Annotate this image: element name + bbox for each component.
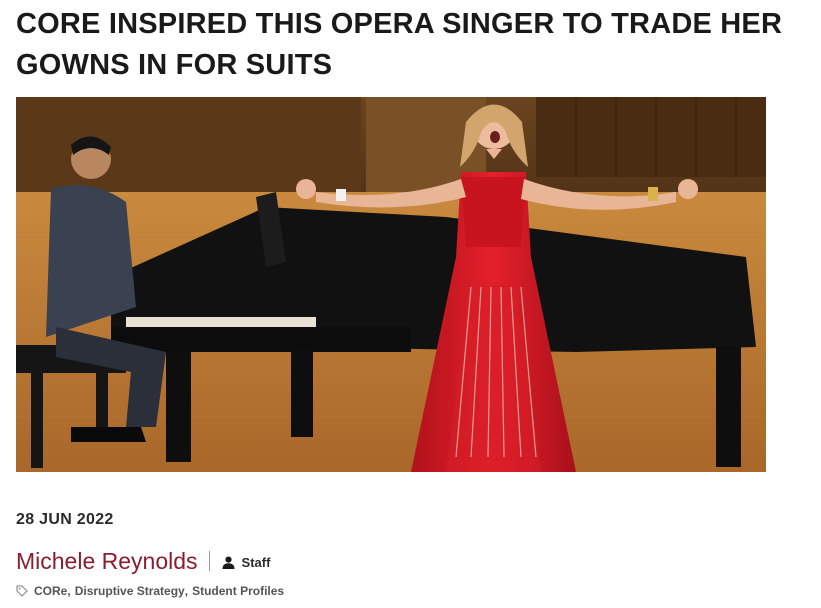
author-role-label: Staff bbox=[241, 555, 271, 570]
hero-photo-illustration bbox=[16, 97, 766, 472]
publish-date: 28 JUN 2022 bbox=[16, 511, 114, 528]
tag-link-core[interactable]: CORe bbox=[34, 584, 67, 598]
tag-link-student-profiles[interactable]: Student Profiles bbox=[192, 584, 284, 598]
hero-image bbox=[16, 97, 766, 472]
tag-list: CORe, Disruptive Strategy, Student Profi… bbox=[34, 584, 284, 598]
author-link[interactable]: Michele Reynolds bbox=[16, 548, 198, 575]
article-headline: CORE INSPIRED THIS OPERA SINGER TO TRADE… bbox=[16, 4, 816, 86]
person-icon bbox=[222, 556, 235, 569]
article-tags: CORe, Disruptive Strategy, Student Profi… bbox=[16, 584, 284, 598]
headline-line-1: CORE INSPIRED THIS OPERA SINGER TO TRADE… bbox=[16, 8, 783, 40]
byline-divider bbox=[208, 551, 210, 571]
tag-icon bbox=[16, 585, 28, 597]
article-page: CORE INSPIRED THIS OPERA SINGER TO TRADE… bbox=[0, 0, 821, 608]
tag-link-disruptive-strategy[interactable]: Disruptive Strategy bbox=[75, 584, 185, 598]
byline: Michele Reynolds Staff bbox=[16, 545, 270, 577]
headline-line-2: GOWNS IN FOR SUITS bbox=[16, 49, 333, 81]
author-role: Staff bbox=[222, 552, 271, 570]
tag-separator: , bbox=[67, 584, 71, 598]
tag-separator: , bbox=[184, 584, 189, 598]
